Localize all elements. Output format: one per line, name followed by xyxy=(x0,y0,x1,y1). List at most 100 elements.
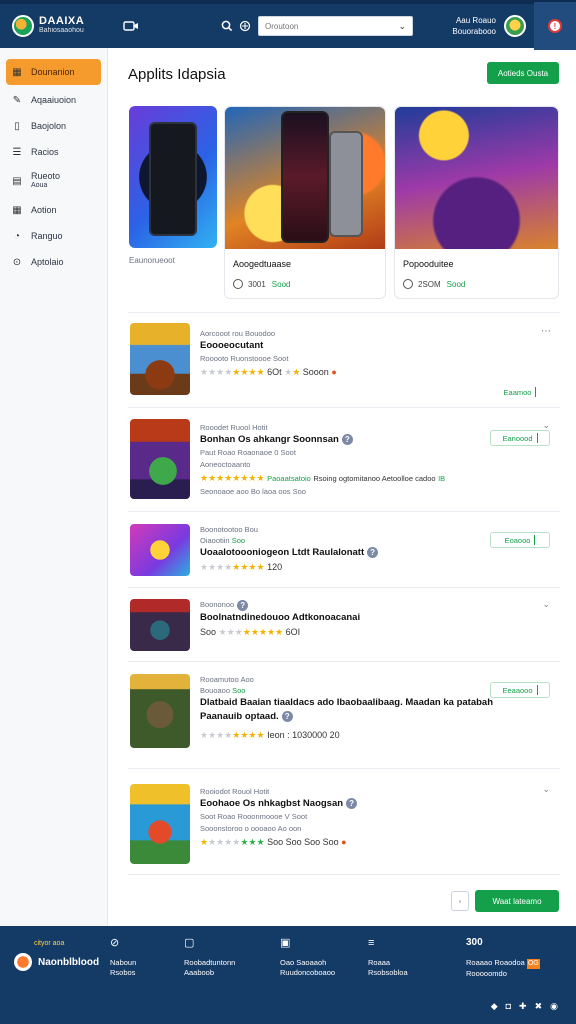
search-input[interactable] xyxy=(265,21,395,31)
app-thumbnail xyxy=(130,784,190,864)
info-icon[interactable]: ? xyxy=(346,797,358,809)
list-item[interactable]: Rooodet Ruool Hotit Bonhan Os ahkangr So… xyxy=(128,416,560,512)
footer-link-1[interactable]: ⊘ Naboun Rsobos xyxy=(110,938,136,978)
sidebar-item-label: Rueoto xyxy=(31,171,61,181)
featured-rating: 3001 xyxy=(248,279,266,289)
featured-image-heroes xyxy=(395,107,558,249)
featured-image-phones xyxy=(225,107,385,249)
search-icon[interactable] xyxy=(218,17,236,35)
footer-link-4[interactable]: ≡ Roaaa Rsobsobloa xyxy=(368,938,408,978)
sidebar-item-racios[interactable]: ☰ Racios xyxy=(6,139,101,165)
footer-tagline: cityor aoa xyxy=(34,940,65,947)
app-publisher: Boonotootoo Bou xyxy=(200,525,258,534)
sidebar-item-label: Baojolon xyxy=(31,121,67,131)
page-title: Applits Idapsia xyxy=(128,66,226,83)
app-name-2: Paanauib optaad.? xyxy=(200,710,558,724)
star-rating: ★★★★★★★★ Paoaatsatoio Rsoing ogtomitanoo… xyxy=(200,473,446,483)
footer-brand[interactable]: cityor aoa Naonblblood xyxy=(14,940,99,971)
clock-icon xyxy=(403,279,413,289)
list-item[interactable]: Boononoo? Boolnatndinedouoo Adtkonoacana… xyxy=(128,597,560,661)
install-button[interactable]: Eanoood xyxy=(490,430,550,446)
fire-icon: ● xyxy=(331,367,337,377)
featured-card-3[interactable]: Popooduitee 2SOM Sood xyxy=(394,106,559,299)
app-thumbnail xyxy=(130,323,190,395)
app-category: Oiaootiin Soo xyxy=(200,536,246,545)
footer-link-2[interactable]: ▢ Roobadtuntonn Aaaboob xyxy=(184,938,235,978)
notification-button[interactable]: ! xyxy=(534,2,576,50)
help-icon: ⊙ xyxy=(12,256,22,268)
info-icon[interactable]: ? xyxy=(237,599,249,611)
language-globe-icon[interactable] xyxy=(236,17,254,35)
top-header: DAAIXA Bahiosaaohou ⌄ Aau Roauo Bouorabo… xyxy=(0,0,576,50)
avatar[interactable] xyxy=(504,15,526,37)
grid-icon: ▦ xyxy=(12,204,22,216)
footer-link-3[interactable]: ▣ Oao Saoaaoh Ruudoncoboaoo xyxy=(280,938,335,978)
sidebar-item-actions[interactable]: ▦ Aotion xyxy=(6,197,101,223)
more-options-icon[interactable]: ⋯ xyxy=(541,326,552,337)
user-name: Aau Roauo xyxy=(455,16,496,25)
info-icon[interactable]: ? xyxy=(367,546,379,558)
app-thumbnail xyxy=(130,524,190,576)
calendar-grid-icon: ▤ xyxy=(12,175,22,187)
logo-emblem-icon xyxy=(12,15,34,37)
sidebar-item-reports[interactable]: ▤ Rueoto Aoua xyxy=(6,165,101,197)
sidebar-item-label: Ranguo xyxy=(31,231,63,241)
install-button[interactable]: Eoaooo xyxy=(490,532,550,548)
search-field[interactable]: ⌄ xyxy=(258,16,413,36)
app-publisher: Rooodet Ruool Hotit xyxy=(200,423,268,432)
list-icon: ☰ xyxy=(12,146,22,158)
chevron-down-icon[interactable]: ⌄ xyxy=(542,599,550,610)
star-rating: ★★★★★★★★ Ieon : 1030000 20 xyxy=(200,730,340,740)
list-item[interactable]: Aorcooot rou Bouodoo Eoooeocutant Roooot… xyxy=(128,322,560,408)
video-camera-icon[interactable] xyxy=(122,17,140,35)
social-icon-2[interactable]: ◘ xyxy=(506,1001,511,1012)
featured-card-2[interactable]: Aoogedtuaase 3001 Sood xyxy=(224,106,386,299)
logo-subtitle: Bahiosaaohou xyxy=(39,27,84,34)
sidebar-item-bookmarks[interactable]: ▯ Baojolon xyxy=(6,113,101,139)
picture-icon: ▢ xyxy=(184,937,195,949)
social-icon-5[interactable]: ◉ xyxy=(550,1001,558,1012)
divider xyxy=(128,312,560,313)
social-icon-1[interactable]: ◆ xyxy=(491,1001,498,1012)
sidebar-item-help[interactable]: ⊙ Aptolaio xyxy=(6,249,101,275)
featured-status: Sood xyxy=(446,279,466,289)
edit-icon: ✎ xyxy=(12,94,22,106)
app-description-2: Sooonstoroo o oooaoo Ao oon xyxy=(200,824,302,833)
image-icon: ▣ xyxy=(280,937,291,949)
footer-count: 300 xyxy=(466,937,483,948)
featured-card-1[interactable]: Eaunorueoot xyxy=(129,106,217,265)
social-icon-3[interactable]: ✚ xyxy=(519,1001,527,1012)
app-publisher: Aorcooot rou Bouodoo xyxy=(200,329,276,338)
list-item[interactable]: Rooiodot Rouol Hotit Eoohaoe Os nhkagbst… xyxy=(128,782,560,872)
list-item[interactable]: Rooamutoo Aoo Bouoaoo Soo Dlatbaid Baaia… xyxy=(128,672,560,768)
install-button[interactable]: Eaamoo xyxy=(490,384,550,400)
info-icon[interactable]: ? xyxy=(341,433,353,445)
rating-count-2: Sooon xyxy=(302,367,329,377)
top-action-button[interactable]: Aotieds Ousta xyxy=(487,62,559,84)
rating-prefix: Soo xyxy=(200,626,217,637)
chat-icon: ◔ xyxy=(13,230,21,242)
app-name: Uoaalotoooniogeon Ltdt Raulalonatt? xyxy=(200,546,379,560)
sidebar-item-ranges[interactable]: ◔ Ranguo xyxy=(6,223,101,249)
sidebar-item-label: Racios xyxy=(31,147,59,157)
sidebar-item-applications[interactable]: ✎ Aqaaiuoion xyxy=(6,87,101,113)
back-button[interactable]: ◦ xyxy=(451,891,469,911)
chevron-down-icon[interactable]: ⌄ xyxy=(398,21,406,32)
sidebar-item-dashboard[interactable]: ▦ Dounanion xyxy=(6,59,101,85)
load-more-button[interactable]: Waat lateamo xyxy=(475,890,559,912)
star-rating: ★★★★★★★★ Soo Soo Soo Soo ● xyxy=(200,837,347,847)
info-icon[interactable]: ? xyxy=(281,710,293,722)
footer-logo-icon xyxy=(14,953,32,971)
search-icon: ⊘ xyxy=(110,937,120,949)
star-rating: ★★★★★★★★ 6Ot ★★ Sooon ● xyxy=(200,367,337,377)
featured-status: Sood xyxy=(271,279,291,289)
brand-logo[interactable]: DAAIXA Bahiosaaohou xyxy=(12,15,122,37)
install-button[interactable]: Eeaaooo xyxy=(490,682,550,698)
featured-title: Popooduitee xyxy=(403,259,454,269)
list-item[interactable]: Boonotootoo Bou Oiaootiin Soo Uoaalotooo… xyxy=(128,522,560,588)
social-icon-4[interactable]: ✖ xyxy=(535,1001,543,1012)
footer-link-5[interactable]: 300 Roaaao Roaodoa OG Rooooomdo xyxy=(466,938,540,979)
user-role: Bouorabooo xyxy=(452,27,496,36)
user-info[interactable]: Aau Roauo Bouorabooo xyxy=(452,15,496,37)
chevron-down-icon[interactable]: ⌄ xyxy=(542,784,550,795)
